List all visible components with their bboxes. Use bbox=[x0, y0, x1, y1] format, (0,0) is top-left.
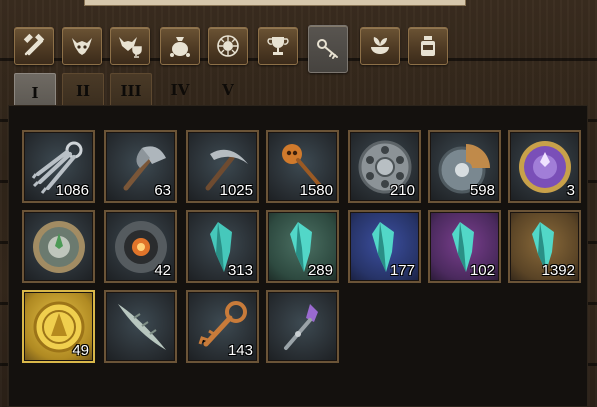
item-count: 177 bbox=[389, 262, 415, 279]
item-count: 143 bbox=[227, 342, 253, 359]
page-tab-3[interactable]: III bbox=[110, 73, 152, 109]
item-slot-hatchet[interactable]: 63 bbox=[104, 130, 177, 203]
money-bag-icon bbox=[170, 37, 190, 57]
item-count: 1580 bbox=[299, 182, 333, 199]
tab-demon-trophy[interactable] bbox=[110, 27, 150, 65]
item-slot-key-ring[interactable]: 1086 bbox=[22, 130, 95, 203]
trophy-icon bbox=[267, 37, 289, 55]
demon-trophy-icon bbox=[119, 37, 142, 58]
item-count: 210 bbox=[389, 182, 415, 199]
item-slot-ember-lock[interactable]: 42 bbox=[104, 210, 177, 283]
tab-medallion[interactable] bbox=[208, 27, 248, 65]
sun-medallion-icon bbox=[217, 35, 239, 57]
crossed-tools-icon bbox=[23, 33, 45, 56]
item-count: 49 bbox=[72, 342, 89, 359]
item-count: 63 bbox=[154, 182, 171, 199]
item-count: 598 bbox=[469, 182, 495, 199]
item-slot-crystal-1[interactable]: 313 bbox=[186, 210, 259, 283]
tab-crafting-tools[interactable] bbox=[14, 27, 54, 65]
item-count: 1025 bbox=[219, 182, 253, 199]
item-slot-steel-lock[interactable]: 210 bbox=[348, 130, 421, 203]
page-tab-2[interactable]: II bbox=[62, 73, 104, 109]
amethyst-scepter-icon bbox=[284, 304, 318, 350]
item-slot-bronze-lock[interactable]: 598 bbox=[428, 130, 501, 203]
tab-herbs[interactable] bbox=[360, 27, 400, 65]
bone-blade-icon bbox=[118, 304, 166, 350]
item-slot-ornate-key[interactable]: 143 bbox=[186, 290, 259, 363]
item-count: 3 bbox=[566, 182, 575, 199]
herb-bowl-icon bbox=[371, 37, 389, 54]
tab-demon[interactable] bbox=[62, 27, 102, 65]
key-icon bbox=[317, 39, 338, 59]
item-slot-gold-coin[interactable]: 49 bbox=[22, 290, 95, 363]
item-count: 289 bbox=[307, 262, 333, 279]
page-tab-5[interactable]: V bbox=[208, 73, 248, 107]
item-slot-crystal-5[interactable]: 1392 bbox=[508, 210, 581, 283]
tab-potions[interactable] bbox=[408, 27, 448, 65]
item-slot-amethyst-scepter[interactable] bbox=[266, 290, 339, 363]
demon-skull-icon bbox=[72, 38, 92, 55]
item-slot-pickaxe[interactable]: 1025 bbox=[186, 130, 259, 203]
page-tab-4[interactable]: IV bbox=[160, 73, 200, 107]
item-slot-bone-blade[interactable] bbox=[104, 290, 177, 363]
jade-seal-lock-icon bbox=[33, 221, 85, 273]
tab-keys[interactable] bbox=[308, 25, 348, 73]
item-slot-crystal-4[interactable]: 102 bbox=[428, 210, 501, 283]
tab-currency[interactable] bbox=[160, 27, 200, 65]
item-count: 102 bbox=[469, 262, 495, 279]
item-slot-crystal-3[interactable]: 177 bbox=[348, 210, 421, 283]
item-slot-crystal-2[interactable]: 289 bbox=[266, 210, 339, 283]
purple-seal-lock-icon bbox=[519, 141, 571, 193]
item-count: 42 bbox=[154, 262, 171, 279]
top-panel-edge bbox=[84, 0, 466, 6]
item-slot-jade-lock[interactable] bbox=[22, 210, 95, 283]
item-slot-purple-lock[interactable]: 3 bbox=[508, 130, 581, 203]
tab-trophy[interactable] bbox=[258, 27, 298, 65]
item-count: 1392 bbox=[541, 262, 575, 279]
potion-jar-icon bbox=[421, 36, 435, 56]
item-count: 1086 bbox=[55, 182, 89, 199]
item-count: 313 bbox=[227, 262, 253, 279]
item-slot-skull-scepter[interactable]: 1580 bbox=[266, 130, 339, 203]
